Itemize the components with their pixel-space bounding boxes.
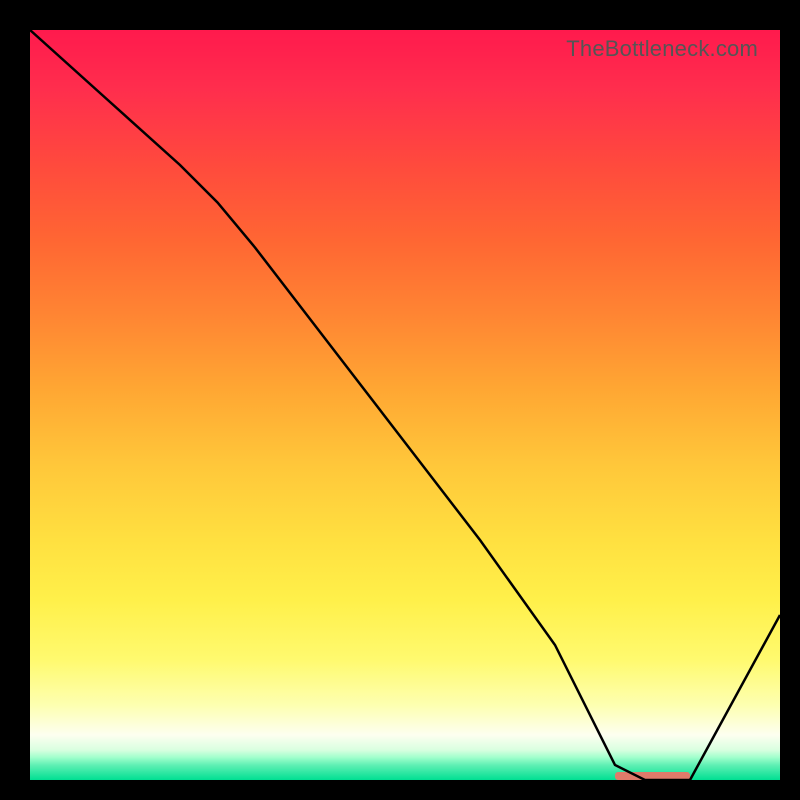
x-axis-region: [30, 780, 780, 800]
chart-svg: [30, 30, 780, 780]
chart-plot-area: TheBottleneck.com: [30, 30, 780, 780]
bottleneck-curve-line: [30, 30, 780, 780]
y-axis-region: [0, 30, 30, 780]
